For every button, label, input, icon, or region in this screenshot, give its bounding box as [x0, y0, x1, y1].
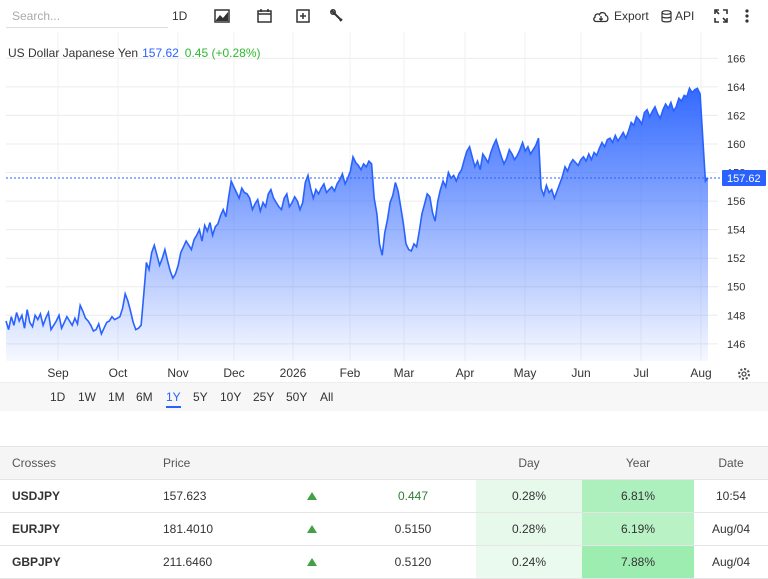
last-price: 157.62 — [142, 46, 179, 60]
price-cell: 211.6460 — [151, 545, 274, 579]
year-cell: 6.19% — [582, 512, 694, 546]
range-button-1m[interactable]: 1M — [108, 390, 125, 404]
range-button-10y[interactable]: 10Y — [220, 390, 241, 404]
header-year: Year — [582, 446, 694, 480]
change-cell: 0.5150 — [350, 512, 476, 546]
chart-type-button[interactable] — [213, 6, 231, 26]
y-tick-label: 160 — [727, 139, 745, 151]
year-cell: 6.81% — [582, 479, 694, 513]
y-tick-label: 150 — [727, 282, 745, 294]
interval-button[interactable]: 1D — [172, 6, 187, 26]
x-tick-label: Jun — [571, 366, 590, 380]
x-tick-label: Nov — [167, 366, 188, 380]
table-row[interactable]: EURJPY 181.4010 0.5150 0.28% 6.19% Aug/0… — [0, 512, 768, 546]
x-tick-label: Mar — [394, 366, 415, 380]
price-change: 0.45 (+0.28%) — [185, 46, 261, 60]
database-icon — [661, 9, 672, 22]
chart-legend: US Dollar Japanese Yen 157.62 0.45 (+0.28%… — [8, 46, 261, 60]
chart-settings-button[interactable] — [738, 368, 750, 380]
y-tick-label: 156 — [727, 196, 745, 208]
x-tick-label: Apr — [456, 366, 475, 380]
change-cell: 0.447 — [350, 479, 476, 513]
symbol-cell[interactable]: USDJPY — [0, 479, 151, 513]
fullscreen-button[interactable] — [712, 6, 730, 26]
price-chart[interactable]: 146148150152154156158160162164166 SepOct… — [0, 32, 768, 382]
export-label: Export — [614, 9, 649, 23]
range-button-25y[interactable]: 25Y — [253, 390, 274, 404]
export-button[interactable]: Export — [592, 6, 649, 26]
price-tag-label: 157.62 — [727, 173, 761, 185]
up-arrow-icon — [274, 479, 350, 513]
y-tick-label: 146 — [727, 339, 745, 351]
range-button-6m[interactable]: 6M — [136, 390, 153, 404]
search-input[interactable] — [6, 5, 168, 28]
calendar-button[interactable] — [255, 6, 273, 26]
y-tick-label: 154 — [727, 225, 745, 237]
table-row[interactable]: USDJPY 157.623 0.447 0.28% 6.81% 10:54 — [0, 479, 768, 513]
x-tick-label: Oct — [109, 366, 128, 380]
year-cell: 7.88% — [582, 545, 694, 579]
day-cell: 0.28% — [476, 512, 582, 546]
wrench-icon — [330, 9, 343, 22]
change-cell: 0.5120 — [350, 545, 476, 579]
symbol-cell[interactable]: EURJPY — [0, 512, 151, 546]
range-button-50y[interactable]: 50Y — [286, 390, 307, 404]
api-button[interactable]: API — [661, 6, 694, 26]
up-arrow-icon — [274, 512, 350, 546]
price-cell: 157.623 — [151, 479, 274, 513]
area-chart-icon — [214, 9, 230, 23]
header-price: Price — [151, 446, 274, 480]
header-day: Day — [476, 446, 582, 480]
range-button-1d[interactable]: 1D — [50, 390, 65, 404]
y-tick-label: 148 — [727, 310, 745, 322]
cloud-download-icon — [593, 11, 609, 22]
plus-box-icon — [296, 9, 310, 23]
price-area — [6, 88, 708, 362]
chart-title: US Dollar Japanese Yen — [8, 46, 138, 60]
chart-toolbar: 1D Export API — [0, 0, 768, 32]
range-button-1y[interactable]: 1Y — [166, 390, 181, 408]
calendar-icon — [256, 9, 272, 23]
table-header-row: Crosses Price Day Year Date — [0, 446, 768, 480]
x-tick-label: May — [514, 366, 537, 380]
price-cell: 181.4010 — [151, 512, 274, 546]
api-label: API — [675, 9, 695, 23]
settings-button[interactable] — [328, 6, 346, 26]
add-indicator-button[interactable] — [294, 6, 312, 26]
expand-icon — [714, 9, 728, 23]
range-button-1w[interactable]: 1W — [78, 390, 96, 404]
range-button-all[interactable]: All — [320, 390, 333, 404]
x-tick-label: Feb — [340, 366, 361, 380]
up-arrow-icon — [274, 545, 350, 579]
day-cell: 0.28% — [476, 479, 582, 513]
crosses-table: Crosses Price Day Year Date USDJPY 157.6… — [0, 446, 768, 579]
symbol-cell[interactable]: GBPJPY — [0, 545, 151, 579]
price-chart-svg: 146148150152154156158160162164166 SepOct… — [5, 32, 766, 380]
date-cell: 10:54 — [694, 479, 768, 513]
date-cell: Aug/04 — [694, 512, 768, 546]
more-menu-button[interactable] — [741, 6, 753, 26]
y-tick-label: 162 — [727, 110, 745, 122]
date-cell: Aug/04 — [694, 545, 768, 579]
y-tick-label: 166 — [727, 53, 745, 65]
table-row[interactable]: GBPJPY 211.6460 0.5120 0.24% 7.88% Aug/0… — [0, 545, 768, 579]
y-tick-label: 164 — [727, 82, 745, 94]
x-tick-label: Aug — [690, 366, 711, 380]
y-axis-labels: 146148150152154156158160162164166 — [727, 53, 745, 351]
y-tick-label: 152 — [727, 253, 745, 265]
x-tick-label: Sep — [47, 366, 69, 380]
range-selector: 1D 1W 1M 6M 1Y 5Y 10Y 25Y 50Y All — [0, 382, 768, 411]
day-cell: 0.24% — [476, 545, 582, 579]
x-tick-label: Dec — [223, 366, 244, 380]
header-date: Date — [694, 446, 768, 480]
header-crosses: Crosses — [0, 446, 151, 480]
interval-label: 1D — [172, 9, 188, 23]
range-button-5y[interactable]: 5Y — [193, 390, 208, 404]
gear-icon — [738, 368, 750, 380]
kebab-menu-icon — [745, 9, 749, 23]
x-tick-label: 2026 — [280, 366, 307, 380]
x-axis-labels: Sep Oct Nov Dec 2026 Feb Mar Apr May Jun Jul Aug — [47, 366, 711, 380]
x-tick-label: Jul — [633, 366, 648, 380]
